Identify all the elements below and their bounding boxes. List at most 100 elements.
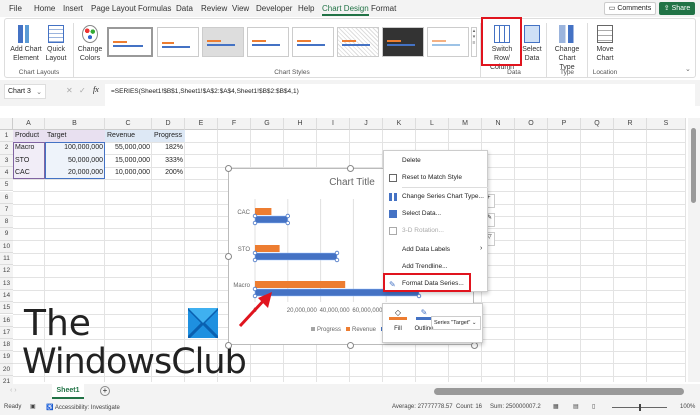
series-selection-handle[interactable] <box>252 257 258 263</box>
series-selection-handle[interactable] <box>416 293 422 299</box>
row-header-18[interactable]: 18 <box>0 339 13 352</box>
header-cell[interactable]: Target <box>45 130 105 142</box>
change-colors-button[interactable]: Change Colors <box>77 25 103 63</box>
macro-icon[interactable]: ▣ <box>30 403 36 410</box>
fill-button[interactable]: ◇ Fill <box>389 308 407 332</box>
row-header-11[interactable]: 11 <box>0 253 13 266</box>
menu-item-reset-to-match-style[interactable]: Reset to Match Style <box>402 174 462 181</box>
sheet-tab-sheet1[interactable]: Sheet1 <box>52 384 84 399</box>
scroll-thumb[interactable] <box>691 128 696 203</box>
chart-style-4[interactable] <box>247 27 289 57</box>
menu-item-select-data[interactable]: Select Data... <box>402 210 441 217</box>
bar-revenue-macro[interactable] <box>255 281 346 288</box>
column-header-q[interactable]: Q <box>581 118 614 130</box>
tab-file[interactable]: File <box>9 4 22 13</box>
tab-home[interactable]: Home <box>34 4 55 13</box>
insert-function-icon[interactable]: fx <box>93 85 99 94</box>
row-header-5[interactable]: 5 <box>0 179 13 192</box>
row-header-20[interactable]: 20 <box>0 363 13 376</box>
column-header-h[interactable]: H <box>284 118 317 130</box>
tab-review[interactable]: Review <box>201 4 227 13</box>
cancel-icon[interactable]: ✕ <box>66 86 73 95</box>
vertical-scrollbar[interactable] <box>688 118 700 382</box>
select-all-button[interactable] <box>0 118 13 130</box>
enter-icon[interactable]: ✓ <box>79 86 86 95</box>
bar-target-sto[interactable] <box>254 252 338 261</box>
tab-page-layout[interactable]: Page Layout <box>91 4 136 13</box>
tab-developer[interactable]: Developer <box>256 4 292 13</box>
bar-target-cac[interactable] <box>254 215 289 224</box>
accessibility-status[interactable]: ♿ Accessibility: Investigate <box>46 404 120 411</box>
series-selection-handle[interactable] <box>334 250 340 256</box>
table-cell[interactable]: 50,000,000 <box>45 155 105 167</box>
page-layout-view-icon[interactable]: ▤ <box>573 403 579 410</box>
column-header-o[interactable]: O <box>515 118 548 130</box>
resize-handle[interactable] <box>347 165 354 172</box>
chart-style-3[interactable] <box>202 27 244 57</box>
table-cell[interactable]: 182% <box>152 142 185 154</box>
tab-format[interactable]: Format <box>371 4 396 13</box>
add-chart-element-button[interactable]: Add Chart Element <box>9 25 43 63</box>
bar-revenue-cac[interactable] <box>255 208 272 215</box>
tab-view[interactable]: View <box>232 4 249 13</box>
horizontal-scrollbar[interactable] <box>434 388 684 395</box>
column-header-d[interactable]: D <box>152 118 185 130</box>
row-header-19[interactable]: 19 <box>0 351 13 364</box>
row-header-10[interactable]: 10 <box>0 240 13 253</box>
legend-label-revenue[interactable]: Revenue <box>352 327 377 333</box>
menu-item-add-trendline[interactable]: Add Trendline... <box>402 263 448 270</box>
row-header-4[interactable]: 4 <box>0 166 13 180</box>
column-header-s[interactable]: S <box>647 118 686 130</box>
chart-style-8[interactable] <box>427 27 469 57</box>
chart-style-1[interactable] <box>107 27 153 57</box>
chart-styles-scroll[interactable]: ▴ ▾ ≡ <box>471 27 477 57</box>
row-header-1[interactable]: 1 <box>0 130 13 143</box>
row-header-9[interactable]: 9 <box>0 228 13 241</box>
resize-handle[interactable] <box>225 253 232 260</box>
table-cell[interactable]: Macro <box>13 142 45 154</box>
header-cell[interactable]: Progress <box>152 130 185 142</box>
comments-button[interactable]: ▭ Comments <box>604 2 656 15</box>
table-cell[interactable]: 200% <box>152 167 185 179</box>
menu-item-add-data-labels[interactable]: Add Data Labels <box>402 246 450 253</box>
row-header-8[interactable]: 8 <box>0 216 13 229</box>
chart-style-7[interactable] <box>382 27 424 57</box>
tab-nav-arrows[interactable]: ‹ › <box>10 387 17 394</box>
select-data-button[interactable]: Select Data <box>521 25 543 63</box>
series-selection-handle[interactable] <box>285 213 290 219</box>
column-header-p[interactable]: P <box>548 118 581 130</box>
table-cell[interactable]: 100,000,000 <box>45 142 105 154</box>
table-cell[interactable]: 10,000,000 <box>105 167 152 179</box>
row-header-6[interactable]: 6 <box>0 191 13 204</box>
tab-data[interactable]: Data <box>176 4 193 13</box>
column-header-c[interactable]: C <box>105 118 152 130</box>
resize-handle[interactable] <box>347 342 354 349</box>
zoom-slider-thumb[interactable] <box>639 404 641 411</box>
row-header-3[interactable]: 3 <box>0 154 13 167</box>
row-header-15[interactable]: 15 <box>0 302 13 315</box>
tab-chart-design[interactable]: Chart Design <box>322 4 369 16</box>
row-header-13[interactable]: 13 <box>0 277 13 290</box>
move-chart-button[interactable]: Move Chart <box>590 25 620 63</box>
formula-input[interactable]: =SERIES(Sheet1!$B$1,Sheet1!$A$2:$A$4,She… <box>105 84 695 106</box>
column-header-b[interactable]: B <box>45 118 105 130</box>
row-header-16[interactable]: 16 <box>0 314 13 327</box>
chart-style-2[interactable] <box>157 27 199 57</box>
zoom-level[interactable]: 100% <box>680 404 695 410</box>
column-header-l[interactable]: L <box>416 118 449 130</box>
add-sheet-icon[interactable]: + <box>100 386 110 396</box>
header-cell[interactable]: Revenue <box>105 130 152 142</box>
table-cell[interactable]: 20,000,000 <box>45 167 105 179</box>
column-header-k[interactable]: K <box>383 118 416 130</box>
tab-formulas[interactable]: Formulas <box>138 4 171 13</box>
row-header-17[interactable]: 17 <box>0 326 13 340</box>
series-selection-handle[interactable] <box>334 257 340 263</box>
menu-item-change-series-chart-type[interactable]: Change Series Chart Type... <box>402 193 484 200</box>
name-box[interactable]: Chart 3 ⌄ <box>4 84 46 99</box>
column-header-g[interactable]: G <box>251 118 284 130</box>
chart-style-6[interactable] <box>337 27 379 57</box>
menu-item-delete[interactable]: Delete <box>402 157 421 164</box>
column-header-i[interactable]: I <box>317 118 350 130</box>
column-header-m[interactable]: M <box>449 118 482 130</box>
series-selection-handle[interactable] <box>285 220 290 226</box>
